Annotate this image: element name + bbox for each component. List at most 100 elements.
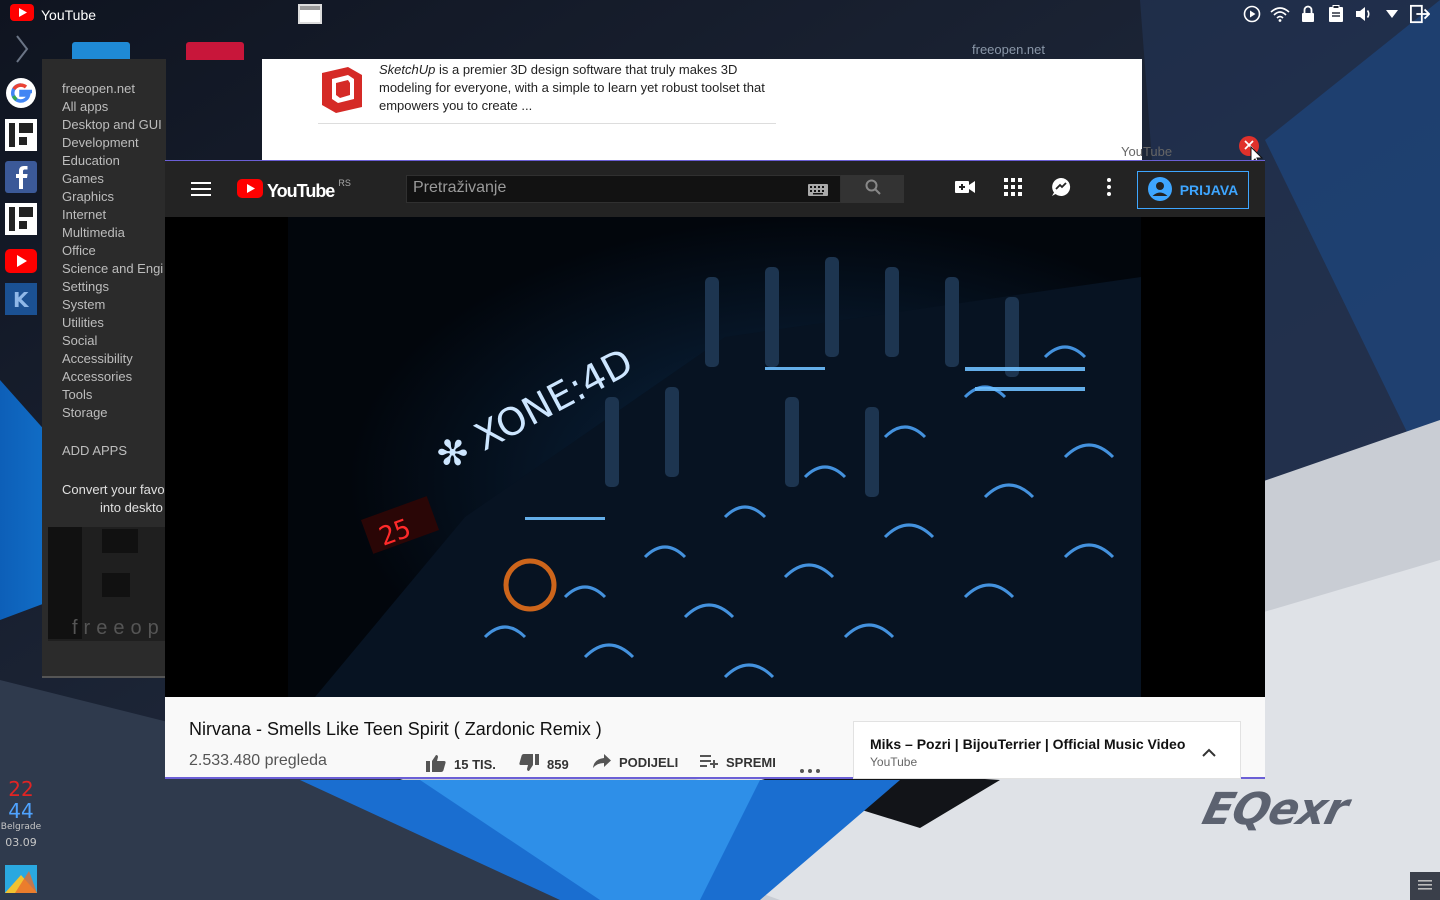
chevron-right-icon[interactable] bbox=[12, 34, 32, 64]
top-panel: YouTube bbox=[0, 0, 1440, 28]
folder-icon[interactable] bbox=[186, 42, 244, 60]
menu-item-social[interactable]: Social bbox=[62, 333, 97, 348]
dislike-button[interactable]: 859 bbox=[519, 754, 569, 775]
share-button[interactable]: PODIJELI bbox=[593, 754, 678, 771]
logout-icon[interactable] bbox=[1410, 4, 1430, 24]
video-title: Nirvana - Smells Like Teen Spirit ( Zard… bbox=[189, 719, 602, 739]
menu-item-settings[interactable]: Settings bbox=[62, 279, 109, 294]
menu-item-internet[interactable]: Internet bbox=[62, 207, 106, 222]
thumbs-up-icon bbox=[426, 754, 446, 775]
like-count: 15 TIS. bbox=[454, 757, 496, 772]
app-launcher-icon[interactable] bbox=[4, 862, 38, 896]
convert-text: Convert your favo bbox=[62, 482, 165, 497]
message-icon bbox=[1051, 177, 1071, 202]
menu-item-multimedia[interactable]: Multimedia bbox=[62, 225, 125, 240]
video-player[interactable]: ✻ XONE:4D 25 bbox=[165, 217, 1265, 697]
system-tray bbox=[1242, 4, 1430, 24]
dock: K bbox=[0, 30, 42, 900]
up-next-channel: YouTube bbox=[870, 755, 918, 769]
sketchup-logo-icon[interactable] bbox=[318, 65, 366, 115]
facebook-icon[interactable] bbox=[4, 160, 38, 194]
more-actions-button[interactable] bbox=[800, 761, 820, 776]
horizontal-dots-icon bbox=[800, 761, 820, 776]
dislike-count: 859 bbox=[547, 757, 569, 772]
search-input[interactable]: Pretraživanje bbox=[406, 175, 841, 203]
more-options-button[interactable] bbox=[1097, 177, 1121, 201]
freeopen-logo: freeop bbox=[48, 527, 166, 641]
add-apps-button[interactable]: ADD APPS bbox=[62, 443, 127, 458]
menu-item-tools[interactable]: Tools bbox=[62, 387, 92, 402]
create-video-button[interactable] bbox=[953, 177, 977, 201]
share-label: PODIJELI bbox=[619, 755, 679, 770]
grid-icon bbox=[1004, 177, 1022, 201]
media-play-icon[interactable] bbox=[1242, 4, 1262, 24]
menu-item-science[interactable]: Science and Engi bbox=[62, 261, 163, 276]
freeopen-app-icon[interactable] bbox=[4, 202, 38, 236]
panel-menu-button[interactable] bbox=[1410, 872, 1440, 900]
kde-icon[interactable]: K bbox=[4, 282, 38, 316]
freeopen-app-icon[interactable] bbox=[4, 118, 38, 152]
active-app-indicator[interactable]: YouTube bbox=[10, 4, 96, 26]
clock-city: Belgrade bbox=[0, 822, 42, 832]
clipboard-icon[interactable] bbox=[1326, 4, 1346, 24]
menu-item-storage[interactable]: Storage bbox=[62, 405, 108, 420]
save-label: SPREMI bbox=[726, 755, 776, 770]
menu-icon bbox=[1418, 877, 1432, 895]
google-icon[interactable] bbox=[4, 76, 38, 110]
clock-minute: 44 bbox=[8, 799, 34, 823]
video-frame-mixer: ✻ XONE:4D 25 bbox=[288, 217, 1141, 697]
hamburger-menu-button[interactable] bbox=[191, 182, 211, 196]
up-next-title: Miks – Pozri | BijouTerrier | Official M… bbox=[870, 736, 1186, 752]
volume-icon[interactable] bbox=[1354, 4, 1374, 24]
clock-date: 03.09 bbox=[5, 836, 37, 849]
youtube-tab-label: YouTube bbox=[1121, 144, 1173, 159]
youtube-logo[interactable]: YouTube RS bbox=[237, 178, 351, 203]
search-button[interactable] bbox=[841, 175, 904, 203]
signin-button[interactable]: PRIJAVA bbox=[1137, 171, 1249, 209]
messages-button[interactable] bbox=[1049, 177, 1073, 201]
youtube-icon bbox=[10, 4, 34, 26]
menu-item-system[interactable]: System bbox=[62, 297, 105, 312]
playlist-add-icon bbox=[700, 754, 718, 771]
sketchup-desc: is a premier 3D design software that tru… bbox=[379, 62, 765, 113]
search-icon bbox=[865, 179, 881, 200]
youtube-logo-text: YouTube bbox=[267, 180, 335, 201]
menu-item-development[interactable]: Development bbox=[62, 135, 139, 150]
share-icon bbox=[593, 754, 611, 771]
menu-item-accessories[interactable]: Accessories bbox=[62, 369, 132, 384]
video-camera-icon bbox=[954, 179, 976, 200]
folder-icon[interactable] bbox=[72, 42, 130, 60]
menu-item-education[interactable]: Education bbox=[62, 153, 120, 168]
thumbs-down-icon bbox=[519, 754, 539, 775]
clock-hour: 22 bbox=[8, 777, 34, 801]
apps-grid-button[interactable] bbox=[1001, 177, 1025, 201]
menu-item-freeopen[interactable]: freeopen.net bbox=[62, 81, 135, 96]
menu-item-office[interactable]: Office bbox=[62, 243, 96, 258]
menu-item-graphics[interactable]: Graphics bbox=[62, 189, 114, 204]
youtube-icon[interactable] bbox=[4, 244, 38, 278]
sketchup-name[interactable]: SketchUp bbox=[379, 62, 435, 77]
save-button[interactable]: SPREMI bbox=[700, 754, 776, 771]
lock-icon[interactable] bbox=[1298, 4, 1318, 24]
desktop-clock: 22 44 Belgrade 03.09 bbox=[0, 778, 42, 849]
menu-item-games[interactable]: Games bbox=[62, 171, 104, 186]
region-badge: RS bbox=[338, 178, 351, 188]
app-menu: freeopen.net All apps Desktop and GUI De… bbox=[42, 59, 166, 678]
search-placeholder: Pretraživanje bbox=[413, 179, 507, 196]
signin-label: PRIJAVA bbox=[1179, 182, 1239, 198]
svg-text:K: K bbox=[13, 288, 30, 312]
chevron-down-icon[interactable] bbox=[1382, 4, 1402, 24]
menu-item-all-apps[interactable]: All apps bbox=[62, 99, 108, 114]
menu-item-desktop-gui[interactable]: Desktop and GUI bbox=[62, 117, 162, 132]
freeopen-logo-text: freeop bbox=[72, 617, 165, 639]
youtube-window: YouTube RS Pretraživanje PRIJAVA ✻ XONE:… bbox=[165, 160, 1265, 779]
window-thumbnail-icon[interactable] bbox=[298, 4, 322, 24]
wifi-icon[interactable] bbox=[1270, 4, 1290, 24]
menu-item-accessibility[interactable]: Accessibility bbox=[62, 351, 133, 366]
keyboard-icon[interactable] bbox=[808, 183, 828, 201]
chevron-up-icon[interactable] bbox=[1202, 744, 1216, 762]
like-button[interactable]: 15 TIS. bbox=[426, 754, 496, 775]
up-next-card[interactable]: Miks – Pozri | BijouTerrier | Official M… bbox=[853, 721, 1241, 779]
menu-item-utilities[interactable]: Utilities bbox=[62, 315, 104, 330]
youtube-icon bbox=[237, 179, 263, 203]
